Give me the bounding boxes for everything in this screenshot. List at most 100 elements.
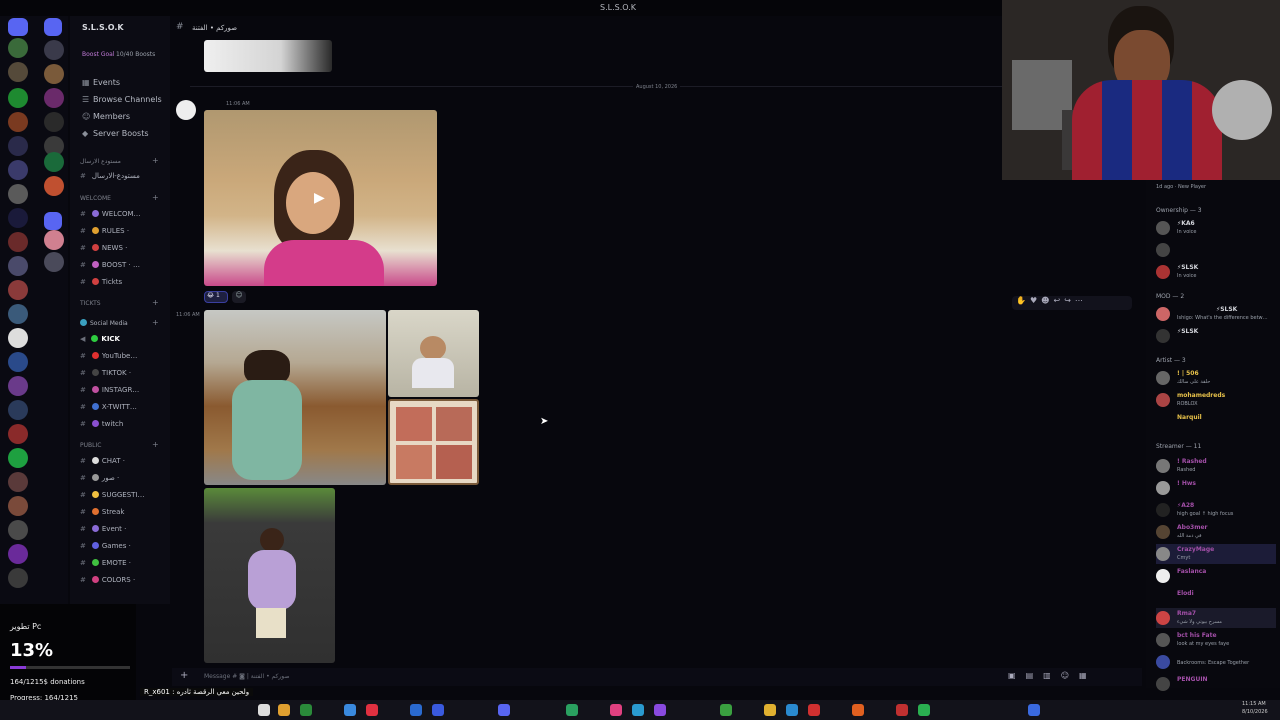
server-icon[interactable] — [8, 472, 28, 492]
server-icon[interactable] — [8, 136, 28, 156]
channel-event[interactable]: # Event · — [80, 522, 126, 536]
folder-icon[interactable] — [278, 704, 290, 716]
category-arabic[interactable]: مستودع الارسال — [80, 158, 121, 165]
previous-image[interactable] — [204, 40, 332, 72]
channel-twitch[interactable]: # twitch — [80, 417, 123, 431]
server-icon[interactable] — [44, 40, 64, 60]
server-icon[interactable] — [8, 232, 28, 252]
server-icon[interactable] — [8, 352, 28, 372]
app-icon[interactable] — [808, 704, 820, 716]
app-icon[interactable] — [566, 704, 578, 716]
channel-youtube[interactable]: # YouTube… — [80, 349, 137, 363]
server-icon[interactable] — [8, 184, 28, 204]
server-icon[interactable] — [8, 256, 28, 276]
channel-colors[interactable]: # COLORS · — [80, 573, 135, 587]
image-attachment[interactable] — [204, 310, 386, 485]
file-explorer-icon[interactable] — [258, 704, 270, 716]
member-item[interactable]: Narquil — [1156, 412, 1276, 432]
channel-emote[interactable]: # EMOTE · — [80, 556, 131, 570]
message-actions[interactable]: ✋♥☻↩↪⋯ — [1012, 296, 1132, 310]
add-channel-icon[interactable]: + — [152, 298, 159, 307]
app-icon[interactable] — [918, 704, 930, 716]
server-icon[interactable] — [8, 88, 28, 108]
social-media-header[interactable]: Social Media — [80, 317, 128, 331]
channel-images[interactable]: # صور · — [80, 471, 119, 485]
direct-messages-icon[interactable] — [8, 18, 28, 36]
heart-icon[interactable]: ♥ — [1030, 296, 1041, 305]
category-welcome[interactable]: WELCOME — [80, 195, 111, 202]
member-item[interactable]: ! Hws — [1156, 478, 1276, 498]
members-menu-item[interactable]: ☺ Members — [82, 112, 130, 121]
app-icon[interactable] — [654, 704, 666, 716]
add-channel-icon[interactable]: + — [152, 318, 159, 327]
channel-games[interactable]: # Games · — [80, 539, 131, 553]
member-item[interactable]: ⚡SLSK Ishigo: What's the difference betw… — [1156, 304, 1276, 324]
member-item[interactable]: ! Rashed Rashed — [1156, 456, 1276, 476]
server-icon[interactable] — [8, 448, 28, 468]
message-input[interactable]: Message # ◙ | صوركم • الفتنة — [204, 673, 289, 680]
tray-date[interactable]: 8/10/2026 — [1242, 709, 1268, 715]
category-public[interactable]: PUBLIC — [80, 442, 101, 449]
channel-instagram[interactable]: # INSTAGR… — [80, 383, 139, 397]
channel-welcome[interactable]: # WELCOM… — [80, 207, 141, 221]
member-item[interactable]: ⚡SLSK In voice — [1156, 262, 1276, 282]
server-icon[interactable] — [44, 112, 64, 132]
xbox-icon[interactable] — [300, 704, 312, 716]
server-icon[interactable] — [44, 176, 64, 196]
channel-tickts[interactable]: # Tickts — [80, 275, 122, 289]
member-item[interactable]: mohamedreds ROBLOX — [1156, 390, 1276, 410]
add-channel-icon[interactable]: + — [152, 193, 159, 202]
channel-streak[interactable]: # Streak — [80, 505, 124, 519]
channel-x-twitter[interactable]: # X-TWITT… — [80, 400, 137, 414]
server-icon[interactable] — [44, 212, 62, 230]
member-item[interactable]: Faslanca — [1156, 566, 1276, 586]
server-icon[interactable] — [8, 376, 28, 396]
image-attachment[interactable] — [388, 310, 479, 397]
channel-tiktok[interactable]: # TIKTOK · — [80, 366, 131, 380]
reply-icon[interactable]: ↩ — [1053, 296, 1064, 305]
member-item[interactable] — [1156, 240, 1276, 260]
member-item[interactable]: ⚡A28 high goal ↑ high focus — [1156, 500, 1276, 520]
channel-chat[interactable]: # CHAT · — [80, 454, 125, 468]
forward-icon[interactable]: ↪ — [1064, 296, 1075, 305]
hand-icon[interactable]: ✋ — [1016, 296, 1030, 305]
server-icon[interactable] — [8, 112, 28, 132]
member-item[interactable]: bct his Fate look at my eyes faye — [1156, 630, 1276, 650]
tray-time[interactable]: 11:15 AM — [1242, 701, 1266, 707]
channel-kick[interactable]: ◀ KICK — [80, 332, 120, 346]
discord-icon[interactable] — [498, 704, 510, 716]
server-icon[interactable] — [44, 64, 64, 84]
composer-tools[interactable]: ▣▤▥☺▦ — [1008, 671, 1097, 680]
member-item[interactable]: CrazyMage Cmyt — [1156, 544, 1276, 564]
video-attachment[interactable]: ▶ — [204, 110, 437, 286]
server-icon[interactable] — [44, 18, 62, 36]
steam-icon[interactable] — [344, 704, 356, 716]
server-boosts-menu-item[interactable]: ◆ Server Boosts — [82, 129, 149, 138]
app-icon[interactable] — [720, 704, 732, 716]
server-icon[interactable] — [8, 208, 28, 228]
server-icon[interactable] — [44, 252, 64, 272]
channel-arabic[interactable]: # مستودع-الارسال — [80, 169, 140, 183]
server-icon[interactable] — [8, 62, 28, 82]
member-item[interactable]: ⚡SLSK — [1156, 326, 1276, 346]
image-attachment[interactable] — [388, 399, 479, 485]
server-icon[interactable] — [8, 280, 28, 300]
category-tickts[interactable]: TICKTS — [80, 300, 101, 307]
channel-boost[interactable]: # BOOST · … — [80, 258, 140, 272]
member-item[interactable]: Backrooms: Escape Together — [1156, 652, 1276, 672]
image-attachment[interactable] — [204, 488, 335, 663]
member-item[interactable]: Abo3mer في ذمة الله — [1156, 522, 1276, 542]
telegram-icon[interactable] — [632, 704, 644, 716]
avatar[interactable] — [176, 100, 196, 120]
server-icon[interactable] — [8, 544, 28, 564]
add-reaction-icon[interactable]: ☺ — [232, 291, 246, 303]
server-icon[interactable] — [8, 160, 28, 180]
app-icon[interactable] — [1028, 704, 1040, 716]
server-icon[interactable] — [8, 400, 28, 420]
server-icon[interactable] — [44, 88, 64, 108]
server-icon[interactable] — [8, 424, 28, 444]
server-icon[interactable] — [8, 520, 28, 540]
channel-rules[interactable]: # RULES · — [80, 224, 129, 238]
reaction-chip[interactable]: 😂 1 — [204, 291, 228, 303]
server-icon[interactable] — [8, 38, 28, 58]
